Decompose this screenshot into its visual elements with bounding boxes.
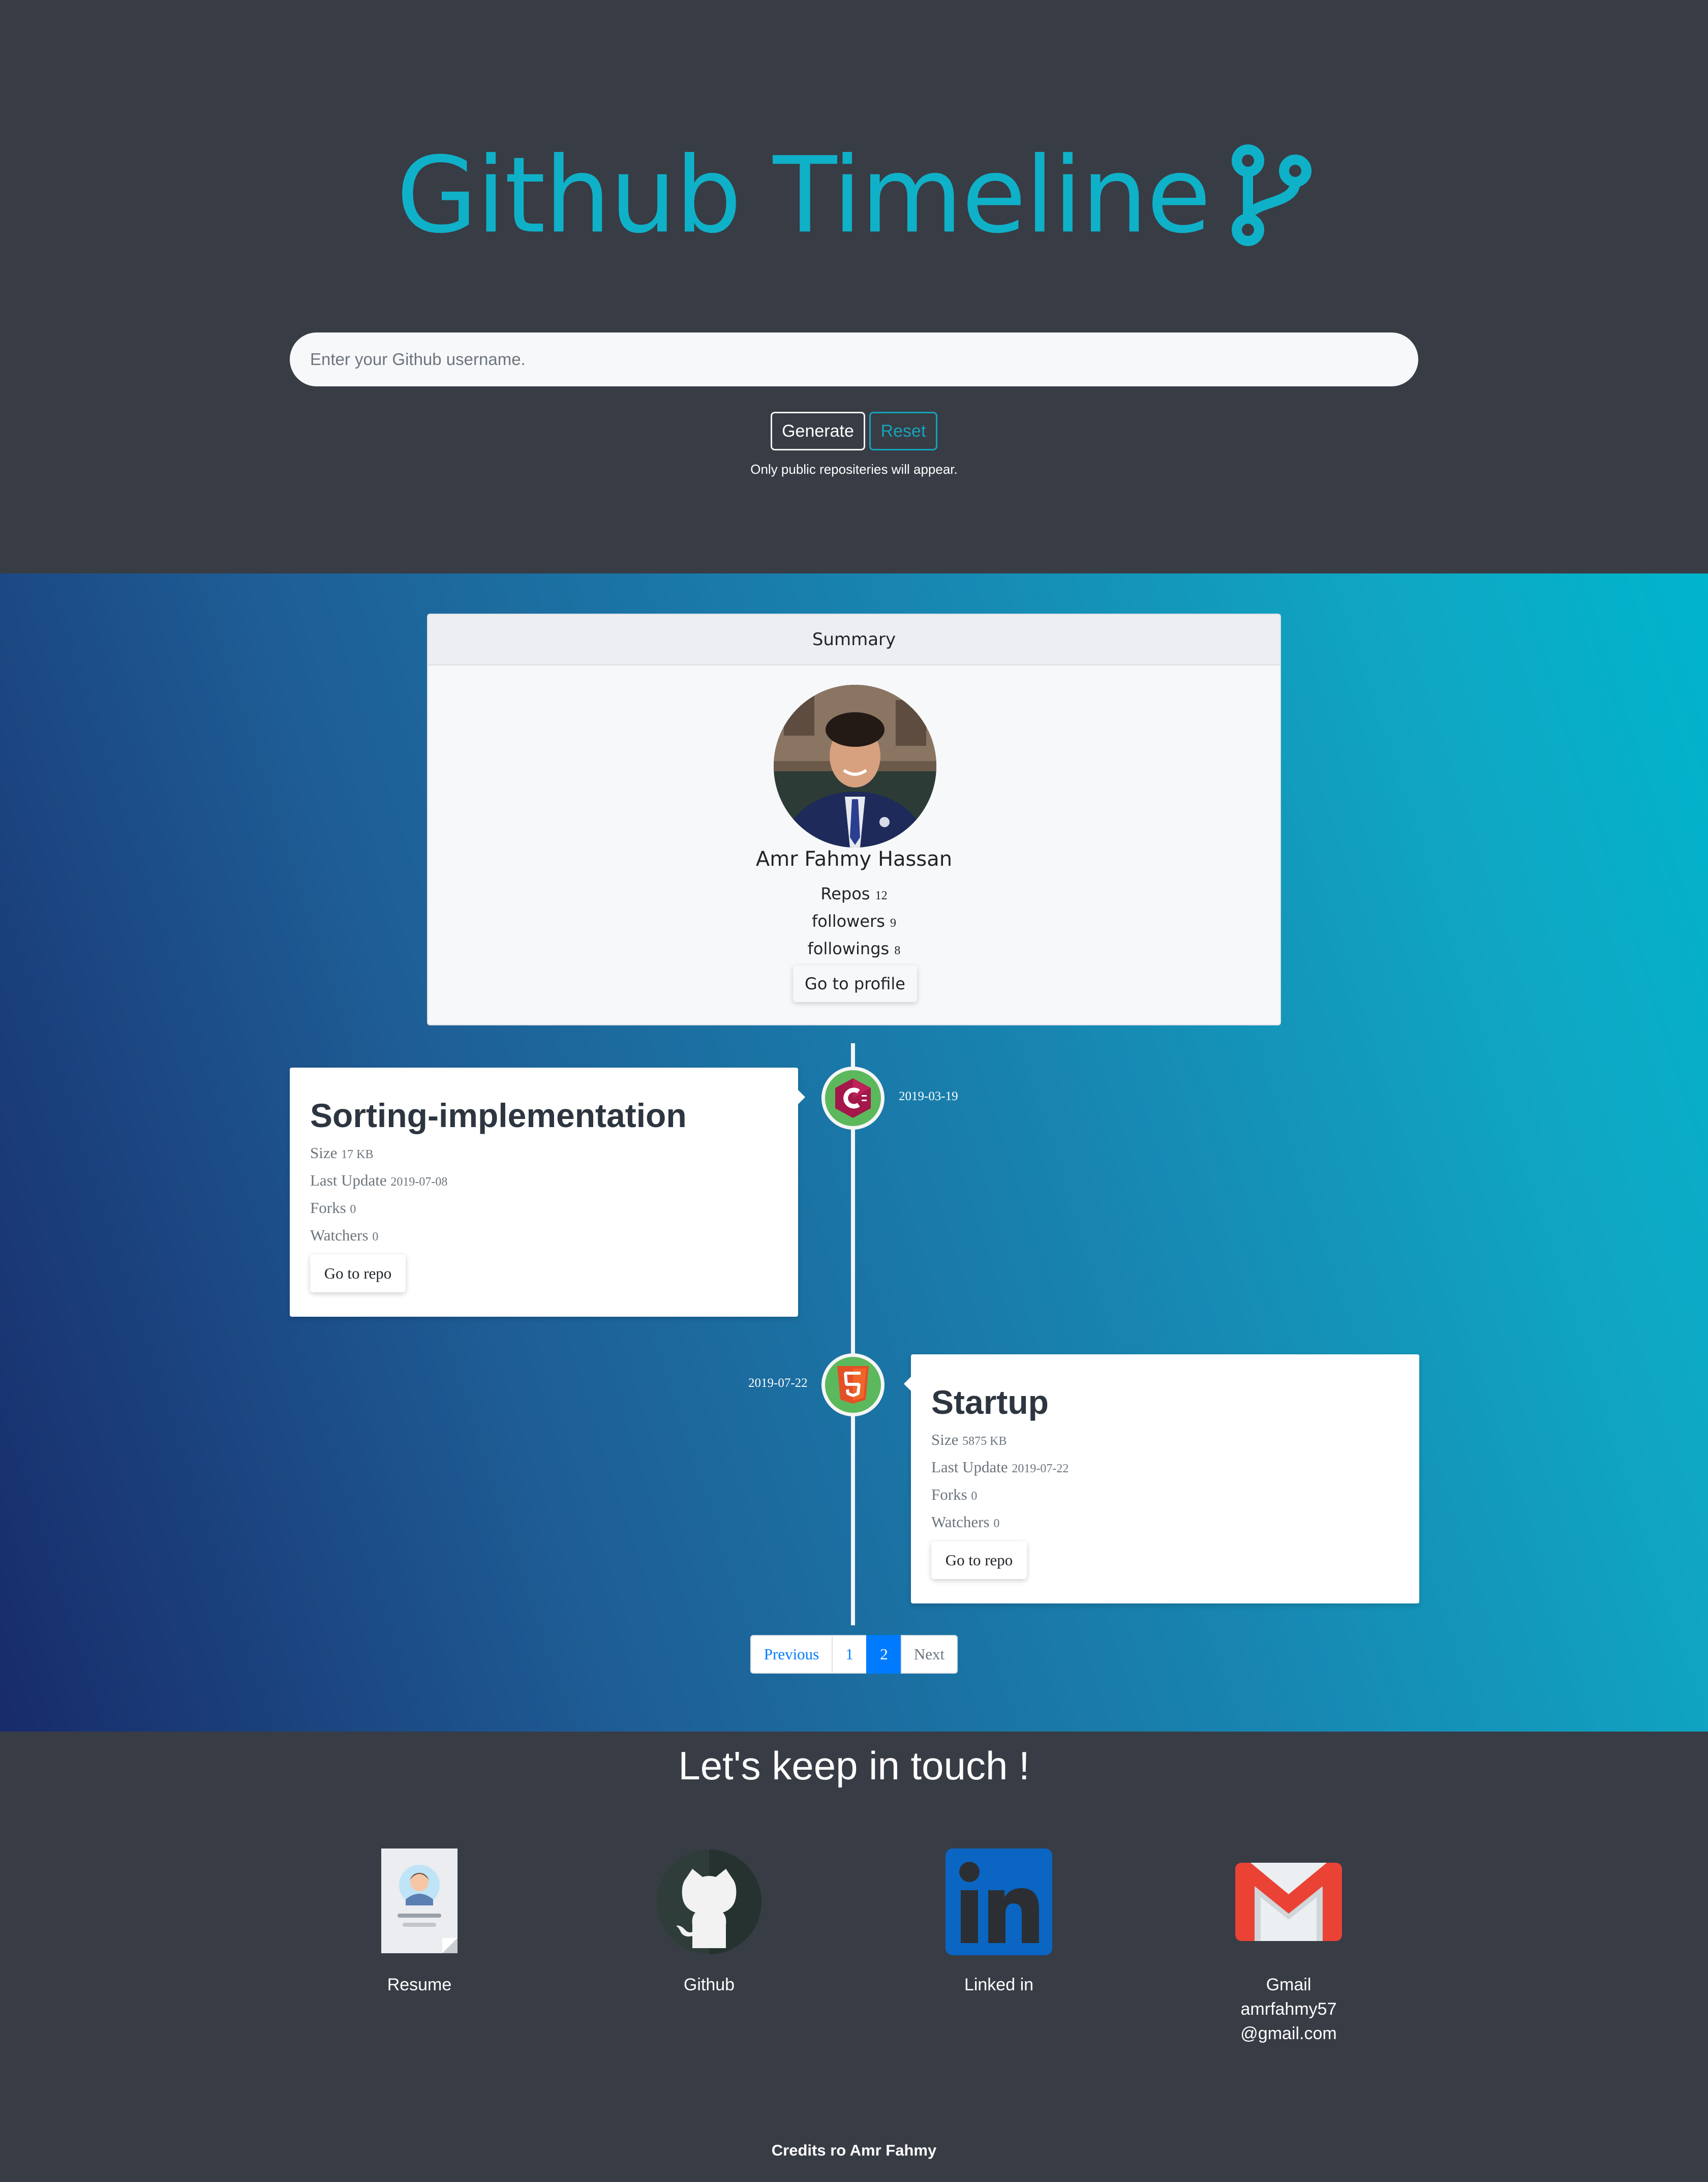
pagination-next[interactable]: Next [901,1635,958,1674]
reset-button[interactable]: Reset [869,412,937,450]
repo-forks: Forks 0 [310,1199,356,1217]
repo-watchers: Watchers 0 [310,1226,378,1245]
repo-size: Size 5875 KB [931,1431,1006,1449]
card-pointer [904,1377,911,1391]
summary-heading: Summary [428,615,1280,665]
watchers-label: Watchers [931,1513,990,1531]
followings-count: 8 [894,944,901,957]
contact-resume[interactable]: Resume [318,1848,521,1997]
size-label: Size [310,1144,338,1162]
contact-linkedin[interactable]: Linked in [897,1848,1101,1997]
repo-forks: Forks 0 [931,1486,977,1504]
page-title: Github Timeline [0,122,1708,261]
resume-icon[interactable] [366,1848,473,1955]
contact-github[interactable]: Github [607,1848,811,1997]
go-to-repo-button[interactable]: Go to repo [931,1541,1027,1579]
timeline-node-html5 [821,1353,884,1416]
watchers-label: Watchers [310,1226,369,1244]
followers-label: followers [811,912,885,931]
go-to-repo-button[interactable]: Go to repo [310,1255,406,1292]
forks-value: 0 [971,1490,978,1503]
forks-label: Forks [931,1486,967,1503]
watchers-value: 0 [993,1517,1000,1530]
generate-button[interactable]: Generate [771,412,865,450]
gmail-icon[interactable] [1235,1848,1342,1955]
repo-name: Startup [931,1383,1049,1421]
last-update-value: 2019-07-08 [390,1175,448,1189]
contact-label: Gmail amrfahmy57 @gmail.com [1240,1975,1337,2043]
contact-label: Resume [387,1975,452,1994]
pagination-page-2[interactable]: 2 [866,1635,902,1674]
last-update-label: Last Update [310,1171,387,1189]
forks-value: 0 [350,1203,356,1216]
linkedin-icon[interactable] [946,1848,1052,1955]
summary-card: Summary Amr Fahmy Hassan Repos 12 follow… [427,614,1281,1025]
size-value: 5875 KB [962,1435,1007,1448]
contact-gmail[interactable]: Gmail amrfahmy57 @gmail.com [1187,1848,1390,2046]
watchers-value: 0 [372,1230,379,1244]
followers-stat: followers 9 [428,912,1280,931]
go-to-profile-button[interactable]: Go to profile [793,965,917,1002]
forks-label: Forks [310,1199,346,1217]
repo-date: 2019-07-22 [748,1376,808,1390]
pagination-page-1[interactable]: 1 [832,1635,867,1674]
last-update-value: 2019-07-22 [1012,1462,1069,1475]
repo-name: Sorting-implementation [310,1097,687,1134]
repo-size: Size 17 KB [310,1144,373,1162]
timeline-line [851,1043,855,1625]
pagination: Previous 1 2 Next [750,1635,958,1674]
repo-last-update: Last Update 2019-07-08 [310,1171,447,1190]
repo-card-1: Sorting-implementation Size 17 KB Last U… [290,1068,805,1317]
followings-label: followings [807,939,890,958]
git-branch-icon [1232,144,1312,247]
pagination-previous[interactable]: Previous [750,1635,833,1674]
avatar-photo [774,685,936,847]
repo-last-update: Last Update 2019-07-22 [931,1458,1069,1476]
cpp-icon [835,1078,871,1118]
repo-watchers: Watchers 0 [931,1513,999,1531]
followers-count: 9 [890,917,897,930]
card-pointer [798,1090,805,1104]
html5-icon [837,1366,869,1404]
footer-title: Let's keep in touch ! [678,1743,1030,1788]
repos-label: Repos [820,884,870,903]
repo-card-2: Startup Size 5875 KB Last Update 2019-07… [904,1354,1419,1603]
credits: Credits ro Amr Fahmy [771,2141,937,2159]
public-repos-note: Only public repositeries will appear. [750,462,958,477]
followings-stat: followings 8 [428,939,1280,958]
header [0,0,1708,573]
repos-count: 12 [875,889,888,902]
github-icon[interactable] [656,1848,762,1955]
size-label: Size [931,1431,959,1448]
profile-name: Amr Fahmy Hassan [755,847,953,871]
timeline-node-cpp [821,1067,884,1130]
username-input[interactable] [290,332,1418,386]
contact-label: Github [683,1975,735,1994]
avatar [774,685,936,847]
page-title-text: Github Timeline [396,134,1211,257]
repo-date: 2019-03-19 [899,1089,958,1103]
last-update-label: Last Update [931,1458,1008,1476]
contact-label: Linked in [964,1975,1034,1994]
size-value: 17 KB [341,1148,374,1161]
repos-stat: Repos 12 [428,884,1280,903]
